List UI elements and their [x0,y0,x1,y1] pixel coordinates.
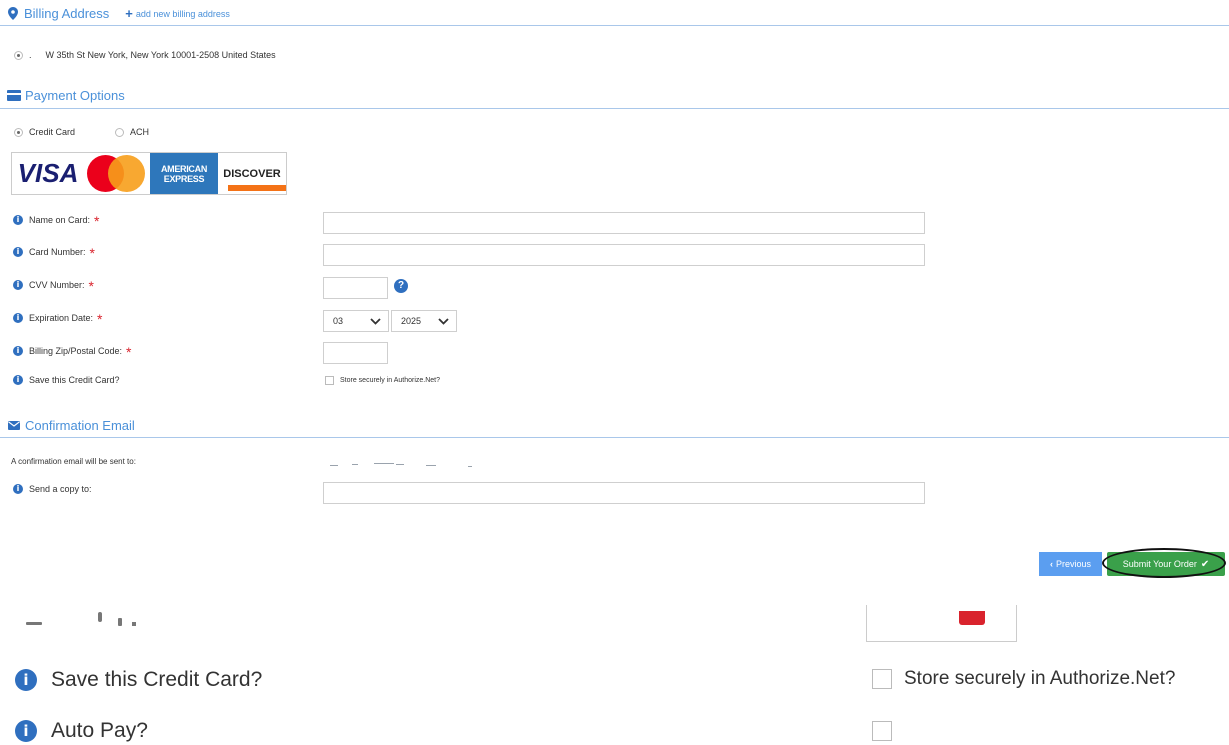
confirmation-divider [0,437,1229,438]
zoomed-autopay-label: i Auto Pay? [15,719,148,743]
map-marker-icon [8,7,18,20]
send-copy-label: i Send a copy to: [13,484,92,494]
option-ach[interactable]: ACH [115,127,149,137]
zoomed-cut-row [20,612,140,626]
required-asterisk: * [89,244,95,261]
confirmation-sent-label: A confirmation email will be sent to: [11,457,136,466]
billing-address-option[interactable]: . W 35th St New York, New York 10001-250… [14,50,276,60]
envelope-icon [8,421,20,430]
zip-label: i Billing Zip/Postal Code: * [13,343,132,360]
zoomed-cvv-box [866,605,1017,642]
info-icon[interactable]: i [13,346,23,356]
ach-radio[interactable] [115,127,124,137]
billing-address-text: W 35th St New York, New York 10001-2508 … [45,50,276,60]
billing-address-title: Billing Address [24,6,110,21]
exp-month-value: 03 [333,316,344,326]
store-securely-checkbox[interactable] [325,376,334,385]
card-number-label: i Card Number: * [13,244,95,261]
store-securely-label: Store securely in Authorize.Net? [340,377,440,384]
credit-card-label: Credit Card [29,127,76,137]
card-logos: VISA AMERICAN EXPRESS DISCOVER [11,152,287,195]
name-on-card-label: i Name on Card: * [13,212,100,229]
store-securely-checkbox[interactable] [872,669,892,689]
zip-input[interactable] [323,342,388,364]
info-icon[interactable]: i [13,313,23,323]
billing-address-prefix: . [29,50,32,60]
name-on-card-input[interactable] [323,212,925,234]
chevron-down-icon [438,317,449,325]
autopay-option[interactable] [872,721,892,743]
billing-address-radio[interactable] [14,50,23,60]
option-credit-card[interactable]: Credit Card [14,127,75,137]
info-icon[interactable]: i [15,720,37,742]
ach-label: ACH [130,127,150,137]
payment-options-title: Payment Options [25,88,125,103]
info-icon[interactable]: i [13,247,23,257]
confirmation-email-title: Confirmation Email [25,418,135,433]
card-number-input[interactable] [323,244,925,266]
zoomed-save-card-label: i Save this Credit Card? [15,668,262,692]
send-copy-input[interactable] [323,482,925,504]
info-icon[interactable]: i [13,484,23,494]
highlight-annotation [1102,548,1226,578]
cvv-help-icon[interactable]: ? [394,279,408,293]
exp-year-select[interactable]: 2025 [391,310,457,332]
info-icon[interactable]: i [13,280,23,290]
confirmation-email-header: Confirmation Email [8,418,135,433]
credit-card-radio[interactable] [14,127,23,137]
store-securely-option[interactable]: Store securely in Authorize.Net? [325,376,440,385]
billing-divider [0,25,1229,26]
visa-logo: VISA [17,158,79,188]
credit-card-icon [7,90,21,101]
plus-icon: + [125,6,133,21]
info-icon[interactable]: i [13,215,23,225]
required-asterisk: * [97,310,103,327]
save-card-label: i Save this Credit Card? [13,375,120,385]
required-asterisk: * [88,277,94,294]
zoomed-store-label: Store securely in Authorize.Net? [904,668,1176,689]
billing-address-header: Billing Address + add new billing addres… [8,6,230,21]
redacted-email [330,461,474,467]
autopay-checkbox[interactable] [872,721,892,741]
chevron-left-icon: ‹ [1049,559,1053,569]
info-icon[interactable]: i [13,375,23,385]
exp-year-value: 2025 [401,316,422,326]
add-billing-address-link[interactable]: + add new billing address [125,6,230,21]
exp-month-select[interactable]: 03 [323,310,389,332]
discover-logo: DISCOVER [218,153,286,194]
cvv-input[interactable] [323,277,388,299]
payment-options-header: Payment Options [7,88,125,103]
previous-label: Previous [1055,559,1091,569]
zoomed-store-securely[interactable]: Store securely in Authorize.Net? [872,668,1175,690]
expiration-label: i Expiration Date: * [13,310,103,327]
required-asterisk: * [94,212,100,229]
payment-divider [0,108,1229,109]
chevron-down-icon [370,317,381,325]
required-asterisk: * [126,343,132,360]
add-billing-address-label: add new billing address [135,8,230,19]
mastercard-logo [84,153,150,194]
previous-button[interactable]: ‹ Previous [1039,552,1102,576]
info-icon[interactable]: i [15,669,37,691]
cvv-label: i CVV Number: * [13,277,94,294]
amex-logo: AMERICAN EXPRESS [150,153,218,194]
